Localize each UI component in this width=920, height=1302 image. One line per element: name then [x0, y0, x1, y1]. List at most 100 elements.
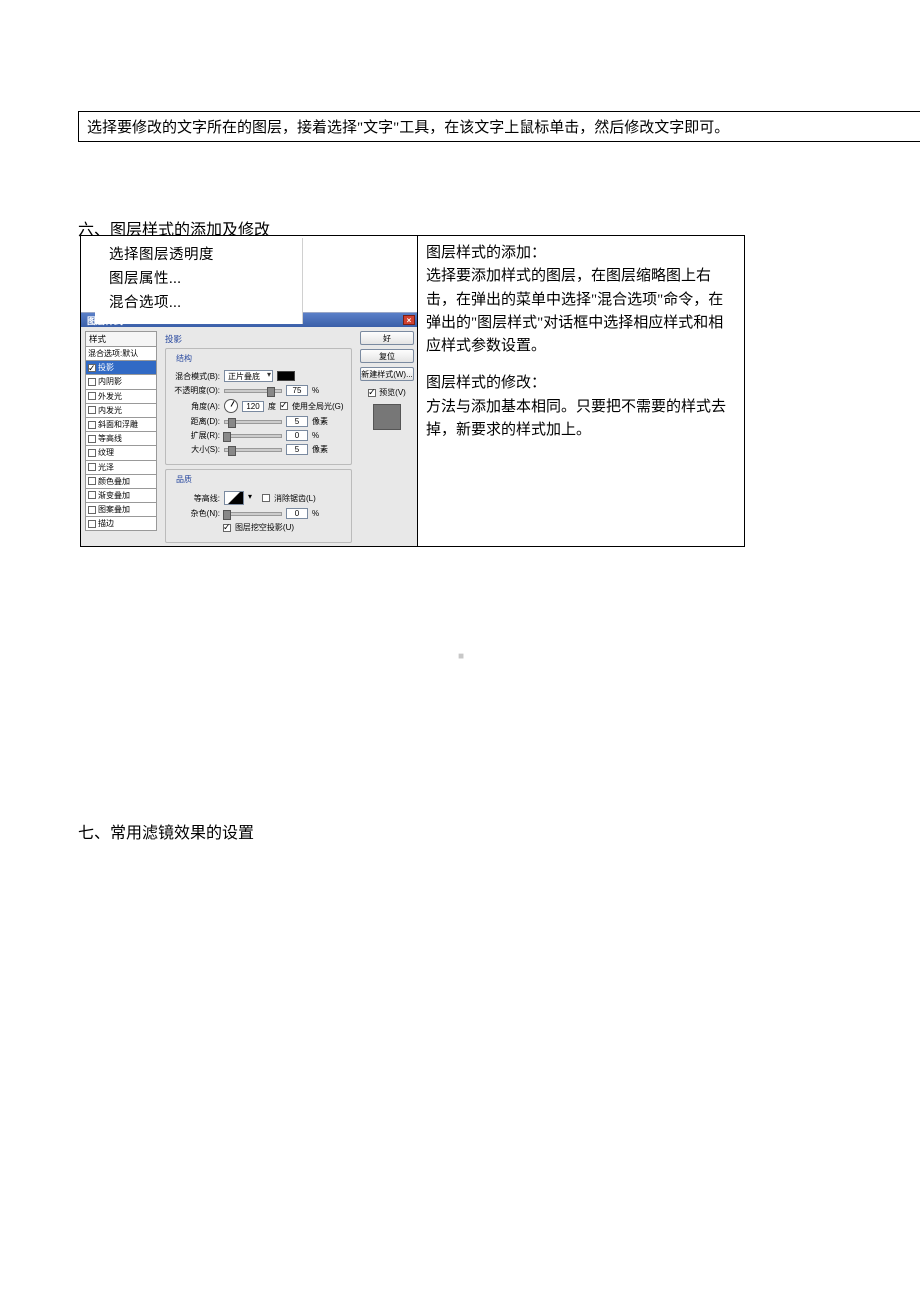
mod-p1: 方法与添加基本相同。只要把不需要的样式去掉，新要求的样式加上。: [426, 396, 736, 443]
group-structure: 结构 混合模式(B): 正片叠底 不透明度(O): 75 %: [165, 348, 352, 465]
style-satin[interactable]: 光泽: [85, 461, 157, 475]
knockout-checkbox[interactable]: [223, 524, 231, 532]
spread-unit: %: [312, 431, 319, 440]
size-slider[interactable]: [224, 448, 282, 452]
spread-slider[interactable]: [224, 434, 282, 438]
style-blend-default[interactable]: 混合选项:默认: [85, 347, 157, 361]
checkbox-icon[interactable]: [88, 378, 96, 386]
spread-label: 扩展(R):: [172, 430, 220, 441]
top-instruction-box: 选择要修改的文字所在的图层，接着选择"文字"工具，在该文字上鼠标单击，然后修改文…: [78, 111, 920, 142]
style-drop-shadow[interactable]: 投影: [85, 361, 157, 375]
style-outer-glow[interactable]: 外发光: [85, 390, 157, 404]
style-texture[interactable]: 纹理: [85, 446, 157, 460]
style-bevel-emboss[interactable]: 斜面和浮雕: [85, 418, 157, 432]
menu-item-layer-properties[interactable]: 图层属性...: [109, 268, 302, 292]
size-unit: 像素: [312, 444, 328, 455]
size-label: 大小(S):: [172, 444, 220, 455]
add-p1: 选择要添加样式的图层，在图层缩略图上右击，在弹出的菜单中选择"混合选项"命令，在…: [426, 265, 736, 358]
layer-style-table: 选择图层透明度 图层属性... 混合选项... 图层样式 × 样式 混合选项:默…: [80, 235, 745, 547]
checkbox-icon[interactable]: [88, 491, 96, 499]
row-opacity: 不透明度(O): 75 %: [172, 385, 345, 396]
section-7-title: 七、常用滤镜效果的设置: [78, 819, 254, 843]
menu-item-blending-options[interactable]: 混合选项...: [109, 292, 302, 316]
opacity-unit: %: [312, 386, 319, 395]
page-marker: ■: [458, 651, 464, 657]
angle-label: 角度(A):: [172, 401, 220, 412]
noise-input[interactable]: 0: [286, 508, 308, 519]
style-color-overlay[interactable]: 颜色叠加: [85, 475, 157, 489]
antialias-checkbox[interactable]: [262, 494, 270, 502]
row-angle: 角度(A): 120 度 使用全局光(G): [172, 399, 345, 413]
row-size: 大小(S): 5 像素: [172, 444, 345, 455]
style-pattern-overlay[interactable]: 图案叠加: [85, 503, 157, 517]
close-icon[interactable]: ×: [403, 315, 415, 325]
blend-mode-label: 混合模式(B):: [172, 371, 220, 382]
angle-unit: 度: [268, 401, 276, 412]
checkbox-icon[interactable]: [88, 506, 96, 514]
contour-label: 等高线:: [172, 493, 220, 504]
layer-style-dialog: 图层样式 × 样式 混合选项:默认 投影 内阴影 外发光 内发光 斜面和浮雕 等…: [81, 312, 418, 546]
checkbox-icon[interactable]: [88, 435, 96, 443]
checkbox-icon[interactable]: [88, 463, 96, 471]
opacity-input[interactable]: 75: [286, 385, 308, 396]
global-light-checkbox[interactable]: [280, 402, 288, 410]
explanation-cell: 图层样式的添加： 选择要添加样式的图层，在图层缩略图上右击，在弹出的菜单中选择"…: [418, 236, 744, 546]
row-noise: 杂色(N): 0 %: [172, 508, 345, 519]
noise-label: 杂色(N):: [172, 508, 220, 519]
top-instruction-text: 选择要修改的文字所在的图层，接着选择"文字"工具，在该文字上鼠标单击，然后修改文…: [87, 120, 729, 136]
antialias-label: 消除锯齿(L): [274, 493, 316, 504]
mod-title: 图层样式的修改：: [426, 372, 736, 395]
group-structure-legend: 结构: [174, 353, 194, 364]
row-blend-mode: 混合模式(B): 正片叠底: [172, 370, 345, 382]
dialog-right-panel: 好 复位 新建样式(W)... 预览(V): [360, 331, 414, 543]
row-contour: 等高线: 消除锯齿(L): [172, 491, 345, 505]
checkbox-icon[interactable]: [88, 520, 96, 528]
styles-header: 样式: [85, 331, 157, 347]
row-spread: 扩展(R): 0 %: [172, 430, 345, 441]
row-distance: 距离(D): 5 像素: [172, 416, 345, 427]
preview-swatch: [373, 404, 401, 430]
dialog-center-panel: 投影 结构 混合模式(B): 正片叠底 不透明度(O): 75 %: [161, 331, 356, 543]
styles-list: 样式 混合选项:默认 投影 内阴影 外发光 内发光 斜面和浮雕 等高线 纹理 光…: [85, 331, 157, 543]
reset-button[interactable]: 复位: [360, 349, 414, 363]
style-inner-glow[interactable]: 内发光: [85, 404, 157, 418]
checkbox-icon[interactable]: [88, 477, 96, 485]
opacity-label: 不透明度(O):: [172, 385, 220, 396]
center-section-title: 投影: [165, 333, 352, 345]
preview-checkbox[interactable]: [368, 389, 376, 397]
menu-item-select-transparency[interactable]: 选择图层透明度: [109, 244, 302, 268]
size-input[interactable]: 5: [286, 444, 308, 455]
angle-dial[interactable]: [224, 399, 238, 413]
style-gradient-overlay[interactable]: 渐变叠加: [85, 489, 157, 503]
spread-input[interactable]: 0: [286, 430, 308, 441]
blend-mode-select[interactable]: 正片叠底: [224, 370, 273, 382]
new-style-button[interactable]: 新建样式(W)...: [360, 367, 414, 381]
checkbox-icon[interactable]: [88, 449, 96, 457]
preview-label: 预览(V): [379, 387, 406, 398]
checkbox-icon[interactable]: [88, 364, 96, 372]
distance-slider[interactable]: [224, 420, 282, 424]
checkbox-icon[interactable]: [88, 421, 96, 429]
screenshot-cell: 选择图层透明度 图层属性... 混合选项... 图层样式 × 样式 混合选项:默…: [81, 236, 418, 546]
distance-unit: 像素: [312, 416, 328, 427]
style-contour[interactable]: 等高线: [85, 432, 157, 446]
noise-unit: %: [312, 509, 319, 518]
ok-button[interactable]: 好: [360, 331, 414, 345]
group-quality-legend: 品质: [174, 474, 194, 485]
contour-picker[interactable]: [224, 491, 244, 505]
preview-row: 预览(V): [360, 387, 414, 398]
checkbox-icon[interactable]: [88, 406, 96, 414]
global-light-label: 使用全局光(G): [292, 401, 344, 412]
add-title: 图层样式的添加：: [426, 242, 736, 265]
style-inner-shadow[interactable]: 内阴影: [85, 375, 157, 389]
style-stroke[interactable]: 描边: [85, 517, 157, 531]
context-menu: 选择图层透明度 图层属性... 混合选项...: [95, 238, 303, 324]
row-knockout: 图层挖空投影(U): [172, 522, 345, 533]
shadow-color-swatch[interactable]: [277, 371, 295, 381]
checkbox-icon[interactable]: [88, 392, 96, 400]
opacity-slider[interactable]: [224, 389, 282, 393]
noise-slider[interactable]: [224, 512, 282, 516]
distance-input[interactable]: 5: [286, 416, 308, 427]
angle-input[interactable]: 120: [242, 401, 264, 412]
dialog-body: 样式 混合选项:默认 投影 内阴影 外发光 内发光 斜面和浮雕 等高线 纹理 光…: [81, 327, 418, 546]
